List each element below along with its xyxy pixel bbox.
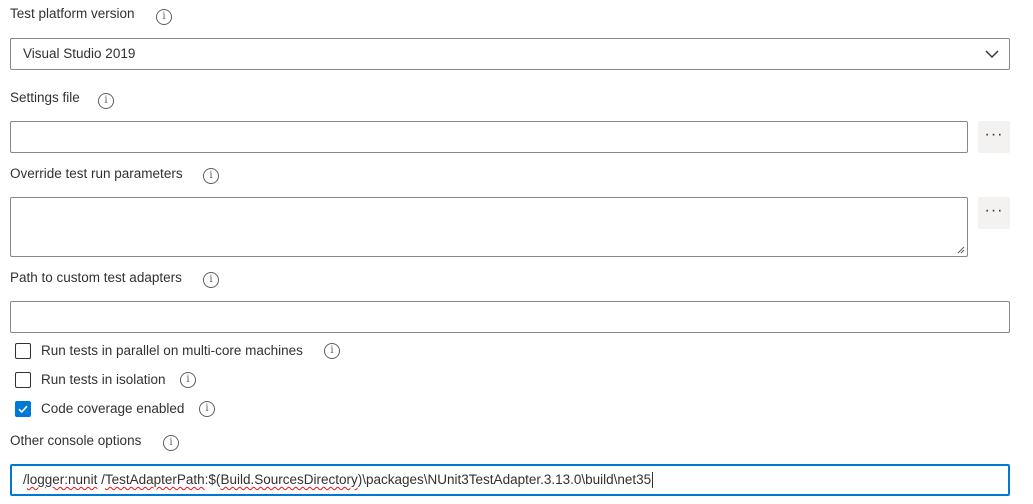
code-coverage-checkbox-label[interactable]: Code coverage enabled	[41, 401, 184, 416]
settings-file-browse-button[interactable]: ···	[978, 121, 1010, 153]
test-platform-value: Visual Studio 2019	[23, 46, 136, 61]
test-platform-dropdown[interactable]: Visual Studio 2019	[10, 38, 1010, 70]
console-text-part: /	[97, 472, 105, 487]
console-text-part: :$(	[204, 472, 221, 487]
info-icon[interactable]: i	[203, 272, 219, 288]
code-coverage-checkbox[interactable]	[15, 401, 31, 417]
info-icon[interactable]: i	[199, 401, 215, 417]
override-params-edit-button[interactable]: ···	[978, 197, 1010, 229]
info-icon[interactable]: i	[203, 168, 219, 184]
console-text-part: )\packages\NUnit3TestAdapter.3.13.0\buil…	[357, 472, 652, 487]
settings-file-label: Settings file	[10, 90, 80, 105]
parallel-checkbox-label[interactable]: Run tests in parallel on multi-core mach…	[41, 343, 303, 358]
override-params-textarea[interactable]	[10, 197, 968, 257]
test-platform-label: Test platform version	[10, 6, 135, 21]
console-text-part: logger:nunit	[26, 472, 98, 487]
settings-file-input[interactable]	[10, 121, 968, 153]
isolation-checkbox[interactable]	[15, 372, 31, 388]
override-params-label: Override test run parameters	[10, 166, 183, 181]
info-icon[interactable]: i	[156, 9, 172, 25]
console-text-part: Build.SourcesDirectory	[220, 472, 358, 487]
parallel-checkbox[interactable]	[15, 343, 31, 359]
info-icon[interactable]: i	[98, 93, 114, 109]
check-icon	[18, 405, 28, 414]
resize-handle-icon[interactable]	[957, 246, 965, 254]
info-icon[interactable]: i	[163, 435, 179, 451]
info-icon[interactable]: i	[324, 343, 340, 359]
chevron-down-icon	[985, 50, 999, 58]
console-text-part: TestAdapterPath	[104, 472, 205, 487]
console-options-input[interactable]: /logger:nunit /TestAdapterPath:$(Build.S…	[10, 464, 1010, 496]
custom-adapters-label: Path to custom test adapters	[10, 270, 182, 285]
info-icon[interactable]: i	[180, 372, 196, 388]
console-options-label: Other console options	[10, 433, 142, 448]
text-cursor	[652, 472, 654, 489]
isolation-checkbox-label[interactable]: Run tests in isolation	[41, 372, 166, 387]
custom-adapters-input[interactable]	[10, 301, 1010, 333]
